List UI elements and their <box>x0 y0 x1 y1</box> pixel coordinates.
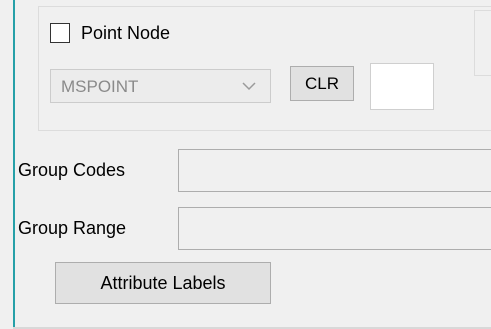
group-codes-field[interactable] <box>178 149 491 192</box>
clr-value-field[interactable] <box>370 63 434 110</box>
point-node-checkbox[interactable] <box>50 23 70 43</box>
chevron-down-icon[interactable] <box>241 80 257 92</box>
right-group-box <box>474 10 491 76</box>
options-panel: Point Node MSPOINT CLR Group Codes Group… <box>0 0 491 329</box>
point-type-combo-value: MSPOINT <box>61 77 139 96</box>
attribute-labels-button[interactable]: Attribute Labels <box>55 262 271 304</box>
group-range-label: Group Range <box>18 218 127 238</box>
point-type-combo[interactable]: MSPOINT <box>50 69 271 103</box>
accent-border <box>13 0 15 329</box>
clr-button[interactable]: CLR <box>290 66 354 101</box>
point-node-label: Point Node <box>81 23 171 43</box>
group-range-field[interactable] <box>178 207 491 250</box>
group-codes-label: Group Codes <box>18 160 126 180</box>
